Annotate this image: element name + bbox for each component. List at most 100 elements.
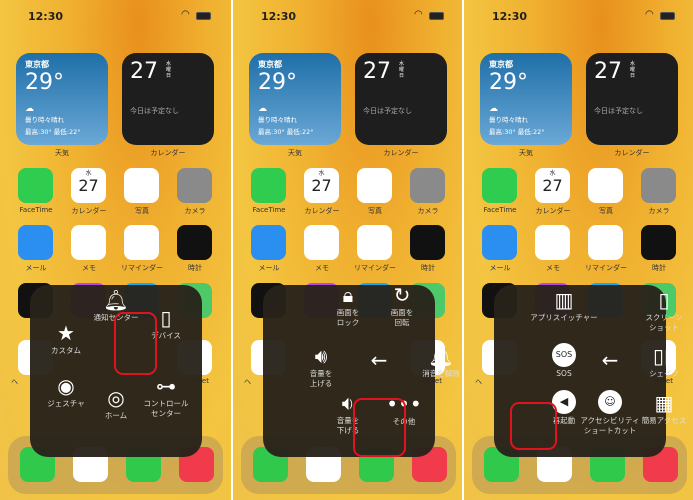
app-icon[interactable] — [251, 225, 286, 260]
menu-item-label: アプリスイッチャー — [530, 313, 598, 322]
calendar-widget[interactable]: 27 水 曜 日今日は予定なし — [355, 53, 447, 145]
calendar-label: カレンダー — [150, 149, 186, 157]
app-label: 時計 — [188, 264, 202, 272]
menu-item-shake[interactable]: ▯▯ シェイク — [629, 343, 693, 379]
weather-city: 東京都 — [489, 60, 513, 69]
app-icon[interactable] — [588, 168, 623, 203]
app-icon[interactable] — [410, 168, 445, 203]
app-icon[interactable] — [124, 168, 159, 203]
calendar-weekday: 水 曜 日 — [630, 61, 636, 79]
app-label: リマインダー — [121, 264, 163, 272]
weather-widget[interactable]: 東京都 29° ☁ 曇り時々晴れ 最高:30° 最低:22° — [249, 53, 341, 145]
app-icon[interactable] — [18, 168, 53, 203]
app-icon[interactable] — [588, 225, 623, 260]
menu-item-screenshot[interactable]: ▯ スクリーン ショット — [629, 287, 693, 333]
assistivetouch-menu: 🔒︎ 画面を ロック ↻ 画面を 回転 🔊︎ 音量を 上げる ← 🔔︎ 消音を解除 🔉︎ 音量を 下… — [263, 282, 460, 457]
calendar-label: カレンダー — [614, 149, 650, 157]
app-label: リマインダー — [585, 264, 627, 272]
app-icon[interactable] — [535, 225, 570, 260]
weather-range: 最高:30° 最低:22° — [258, 128, 314, 136]
menu-item-toggle[interactable]: ⊶ コントロール センター — [131, 373, 201, 419]
app-label: カレンダー — [71, 207, 107, 215]
iphone-screen: 12:30 ◠ 東京都 29° ☁ 曇り時々晴れ 最高:30° 最低:22° 天気 27 水 曜 … — [231, 0, 462, 500]
app-icon[interactable] — [357, 168, 392, 203]
weather-condition: 曇り時々晴れ — [25, 116, 64, 124]
wifi-icon: ◠ — [414, 9, 423, 20]
app-label: カレンダー — [304, 207, 340, 215]
app-label: メモ — [546, 264, 560, 272]
app-label: メモ — [82, 264, 96, 272]
weather-label: 天気 — [55, 149, 69, 157]
cloud-icon: ☁ — [258, 104, 267, 114]
menu-item-label: 画面を 回転 — [390, 308, 414, 327]
menu-item-bell[interactable]: 🔔︎ 消音を解除 — [406, 343, 462, 379]
app-icon[interactable] — [177, 225, 212, 260]
app-icon[interactable] — [641, 225, 676, 260]
reachability-icon: ▦ — [654, 391, 674, 415]
wifi-icon: ◠ — [645, 9, 654, 20]
sos-icon: SOS — [552, 343, 576, 367]
calendar-events: 今日は予定なし — [130, 107, 179, 115]
cal-icon-day: 27 — [311, 176, 332, 195]
app-label: FaceTime — [19, 206, 53, 214]
app-icon[interactable]: 水 27 — [304, 168, 339, 203]
weather-temp: 29° — [258, 70, 297, 95]
menu-item-back-arrow[interactable]: ← — [344, 347, 414, 373]
battery-icon — [660, 12, 675, 20]
status-time: 12:30 — [261, 10, 297, 23]
weather-label: 天気 — [519, 149, 533, 157]
calendar-weekday: 水 曜 日 — [399, 61, 405, 79]
app-label: FaceTime — [483, 206, 517, 214]
wifi-icon: ◠ — [181, 9, 190, 20]
highlight-box — [353, 398, 406, 457]
status-time: 12:30 — [28, 10, 64, 23]
app-icon[interactable]: 水 27 — [535, 168, 570, 203]
app-icon[interactable] — [304, 225, 339, 260]
app-label: メール — [258, 264, 280, 272]
app-icon[interactable] — [177, 168, 212, 203]
menu-item-app-switcher[interactable]: ▥ アプリスイッチャー — [529, 287, 599, 323]
calendar-widget[interactable]: 27 水 曜 日今日は予定なし — [586, 53, 678, 145]
highlight-box — [510, 402, 557, 450]
menu-item-rotate[interactable]: ↻ 画面を 回転 — [367, 282, 437, 328]
app-icon[interactable] — [410, 225, 445, 260]
cloud-icon: ☁ — [25, 104, 34, 114]
shake-icon: ▯▯ — [652, 344, 675, 368]
weather-widget[interactable]: 東京都 29° ☁ 曇り時々晴れ 最高:30° 最低:22° — [16, 53, 108, 145]
app-switcher-icon: ▥ — [554, 288, 574, 312]
menu-item-label: 消音を解除 — [422, 369, 460, 378]
weather-condition: 曇り時々晴れ — [258, 116, 297, 124]
app-icon[interactable] — [71, 225, 106, 260]
star-icon: ★ — [57, 321, 75, 345]
app-label: 時計 — [421, 264, 435, 272]
weather-temp: 29° — [489, 70, 528, 95]
app-icon[interactable] — [641, 168, 676, 203]
weather-range: 最高:30° 最低:22° — [489, 128, 545, 136]
app-icon[interactable] — [357, 225, 392, 260]
calendar-widget[interactable]: 27 水 曜 日今日は予定なし — [122, 53, 214, 145]
app-icon[interactable] — [482, 225, 517, 260]
calendar-day: 27 — [594, 59, 622, 84]
app-icon[interactable] — [124, 225, 159, 260]
menu-item-label: 簡易アクセス — [641, 416, 687, 425]
battery-icon — [429, 12, 444, 20]
calendar-events: 今日は予定なし — [594, 107, 643, 115]
rotate-icon: ↻ — [393, 283, 411, 307]
app-icon[interactable] — [18, 225, 53, 260]
app-label: カメラ — [648, 207, 670, 215]
back-arrow-icon: ← — [370, 348, 388, 372]
app-label: FaceTime — [252, 206, 286, 214]
app-label: メール — [25, 264, 47, 272]
weather-condition: 曇り時々晴れ — [489, 116, 528, 124]
calendar-day: 27 — [130, 59, 158, 84]
iphone-screen: 12:30 ◠ 東京都 29° ☁ 曇り時々晴れ 最高:30° 最低:22° 天気 27 水 曜 … — [0, 0, 231, 500]
menu-item-star[interactable]: ★ カスタム — [31, 320, 101, 356]
app-icon[interactable] — [482, 168, 517, 203]
app-icon[interactable] — [251, 168, 286, 203]
app-icon[interactable]: 水 27 — [71, 168, 106, 203]
app-label: リマインダー — [354, 264, 396, 272]
app-label: 時計 — [652, 264, 666, 272]
weather-widget[interactable]: 東京都 29° ☁ 曇り時々晴れ 最高:30° 最低:22° — [480, 53, 572, 145]
menu-item-reachability[interactable]: ▦ 簡易アクセス — [629, 390, 693, 426]
menu-item-label: カスタム — [51, 346, 81, 355]
